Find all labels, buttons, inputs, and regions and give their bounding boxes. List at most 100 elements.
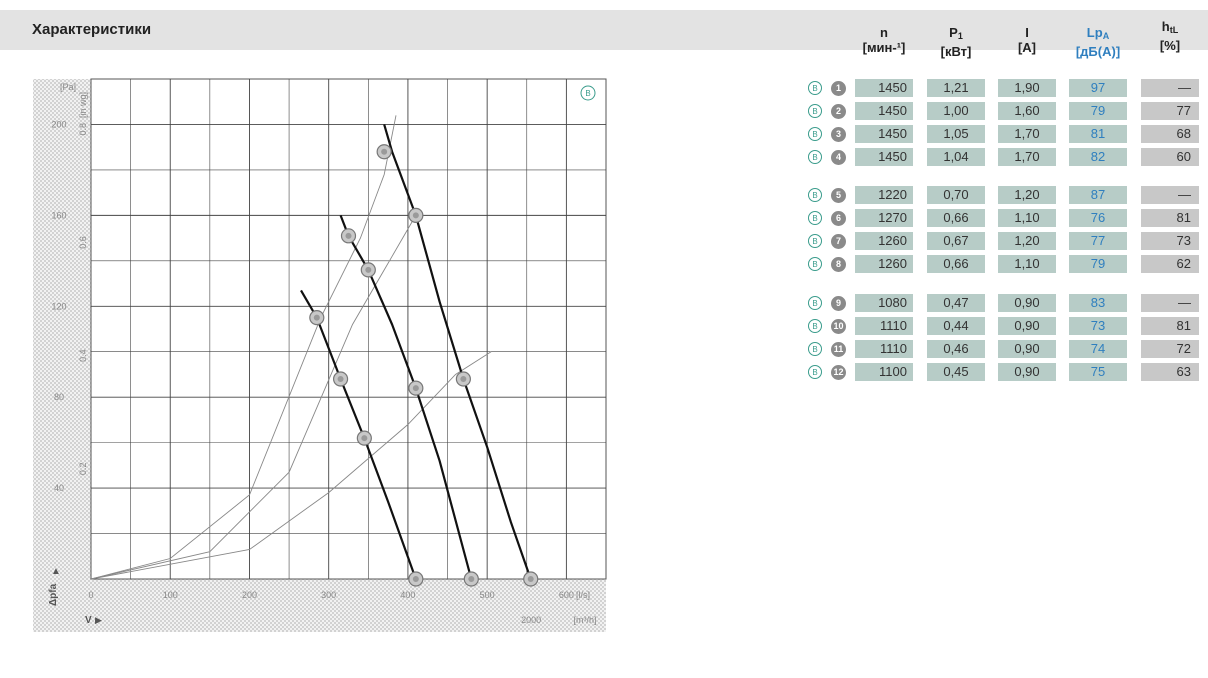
- column-header-main: I: [1025, 25, 1029, 40]
- cell-lpa: 79: [1069, 255, 1127, 273]
- x-tick-label: 0: [88, 590, 93, 600]
- operating-point: [408, 207, 424, 223]
- x-tick-label: 600: [559, 590, 574, 600]
- cell-i: 1,20: [998, 232, 1056, 250]
- cell-htl: 63: [1141, 363, 1199, 381]
- column-header-main: n: [880, 25, 888, 40]
- cell-n: 1450: [855, 125, 913, 143]
- cell-p1: 0,66: [927, 255, 985, 273]
- row-b-badge: B: [808, 319, 822, 333]
- cell-i: 1,70: [998, 125, 1056, 143]
- cell-i: 0,90: [998, 294, 1056, 312]
- y2-unit-label: [in wg]: [78, 92, 88, 118]
- column-header-main: Lp: [1086, 25, 1103, 40]
- x-tick-label: 400: [400, 590, 415, 600]
- y-arrow: ▲: [51, 566, 61, 577]
- y2-tick-label: 0.4: [78, 349, 88, 362]
- row-b-badge: B: [808, 342, 822, 356]
- column-header: LpA [дБ(A)]: [1065, 25, 1131, 59]
- cell-i: 1,10: [998, 255, 1056, 273]
- cell-p1: 1,00: [927, 102, 985, 120]
- operating-point: [340, 228, 357, 244]
- column-header-sub: tL: [1169, 25, 1179, 35]
- row-number-badge: 11: [831, 341, 846, 357]
- cell-lpa: 77: [1069, 232, 1127, 250]
- column-header: P1 [кВт]: [923, 25, 989, 59]
- row-number-badge: 9: [831, 295, 846, 311]
- cell-htl: 62: [1141, 255, 1199, 273]
- operating-point: [332, 371, 349, 387]
- cell-p1: 0,70: [927, 186, 985, 204]
- y2-tick-label: 0.2: [78, 463, 88, 476]
- row-number-badge: 8: [831, 256, 846, 272]
- cell-n: 1110: [855, 317, 913, 335]
- cell-i: 0,90: [998, 317, 1056, 335]
- row-b-badge: B: [808, 104, 822, 118]
- column-header-unit: [A]: [1017, 40, 1037, 55]
- column-header-main: h: [1161, 19, 1170, 34]
- column-header-sub: 1: [957, 31, 963, 41]
- row-number-badge: 12: [831, 364, 846, 380]
- row-number-badge: 7: [831, 233, 846, 249]
- cell-htl: 77: [1141, 102, 1199, 120]
- performance-chart: 0100200300400500600[l/s]2000400060008000…: [33, 78, 607, 632]
- x-arrow: ▶: [95, 615, 102, 625]
- y2-tick-label: 0.8: [78, 123, 88, 136]
- cell-p1: 1,04: [927, 148, 985, 166]
- y-tick-label: 40: [54, 483, 64, 493]
- y-unit-label: [Pa]: [60, 82, 76, 92]
- x-tick-label: 200: [242, 590, 257, 600]
- row-number-badge: 2: [831, 103, 846, 119]
- operating-point: [523, 571, 539, 587]
- operating-point: [356, 430, 372, 446]
- cell-p1: 1,05: [927, 125, 985, 143]
- y-tick-label: 120: [51, 301, 66, 311]
- cell-n: 1450: [855, 148, 913, 166]
- cell-htl: —: [1141, 186, 1199, 204]
- svg-text:B: B: [585, 89, 590, 98]
- row-b-badge: B: [808, 234, 822, 248]
- row-number-badge: 5: [831, 187, 846, 203]
- column-header-unit: [%]: [1159, 38, 1181, 53]
- cell-i: 1,90: [998, 79, 1056, 97]
- y-symbol: Δpfa: [48, 583, 59, 606]
- row-number-badge: 6: [831, 210, 846, 226]
- cell-lpa: 73: [1069, 317, 1127, 335]
- operating-point: [455, 371, 471, 387]
- x-tick-label: 300: [321, 590, 336, 600]
- column-header-sub: A: [1102, 31, 1110, 41]
- cell-lpa: 81: [1069, 125, 1127, 143]
- column-header-unit: [мин-¹]: [862, 40, 906, 55]
- y-tick-label: 160: [51, 210, 66, 220]
- cell-n: 1450: [855, 102, 913, 120]
- cell-n: 1450: [855, 79, 913, 97]
- operating-point: [376, 144, 392, 160]
- row-number-badge: 4: [831, 149, 846, 165]
- x-tick-label: 100: [163, 590, 178, 600]
- y-tick-label: 200: [51, 119, 66, 129]
- chart-bottom-band: [33, 579, 606, 632]
- row-b-badge: B: [808, 150, 822, 164]
- cell-i: 1,70: [998, 148, 1056, 166]
- cell-htl: 81: [1141, 209, 1199, 227]
- x-tick-label: 500: [480, 590, 495, 600]
- row-b-badge: B: [808, 257, 822, 271]
- cell-n: 1080: [855, 294, 913, 312]
- cell-htl: 68: [1141, 125, 1199, 143]
- cell-i: 1,20: [998, 186, 1056, 204]
- cell-n: 1260: [855, 255, 913, 273]
- cell-n: 1260: [855, 232, 913, 250]
- column-header-unit: [кВт]: [940, 44, 972, 59]
- cell-lpa: 75: [1069, 363, 1127, 381]
- cell-i: 0,90: [998, 363, 1056, 381]
- cell-lpa: 74: [1069, 340, 1127, 358]
- cell-p1: 0,46: [927, 340, 985, 358]
- cell-htl: 73: [1141, 232, 1199, 250]
- cell-i: 0,90: [998, 340, 1056, 358]
- cell-lpa: 83: [1069, 294, 1127, 312]
- y2-tick-label: 0.6: [78, 236, 88, 249]
- cell-lpa: 97: [1069, 79, 1127, 97]
- cell-p1: 0,44: [927, 317, 985, 335]
- cell-n: 1270: [855, 209, 913, 227]
- cell-i: 1,10: [998, 209, 1056, 227]
